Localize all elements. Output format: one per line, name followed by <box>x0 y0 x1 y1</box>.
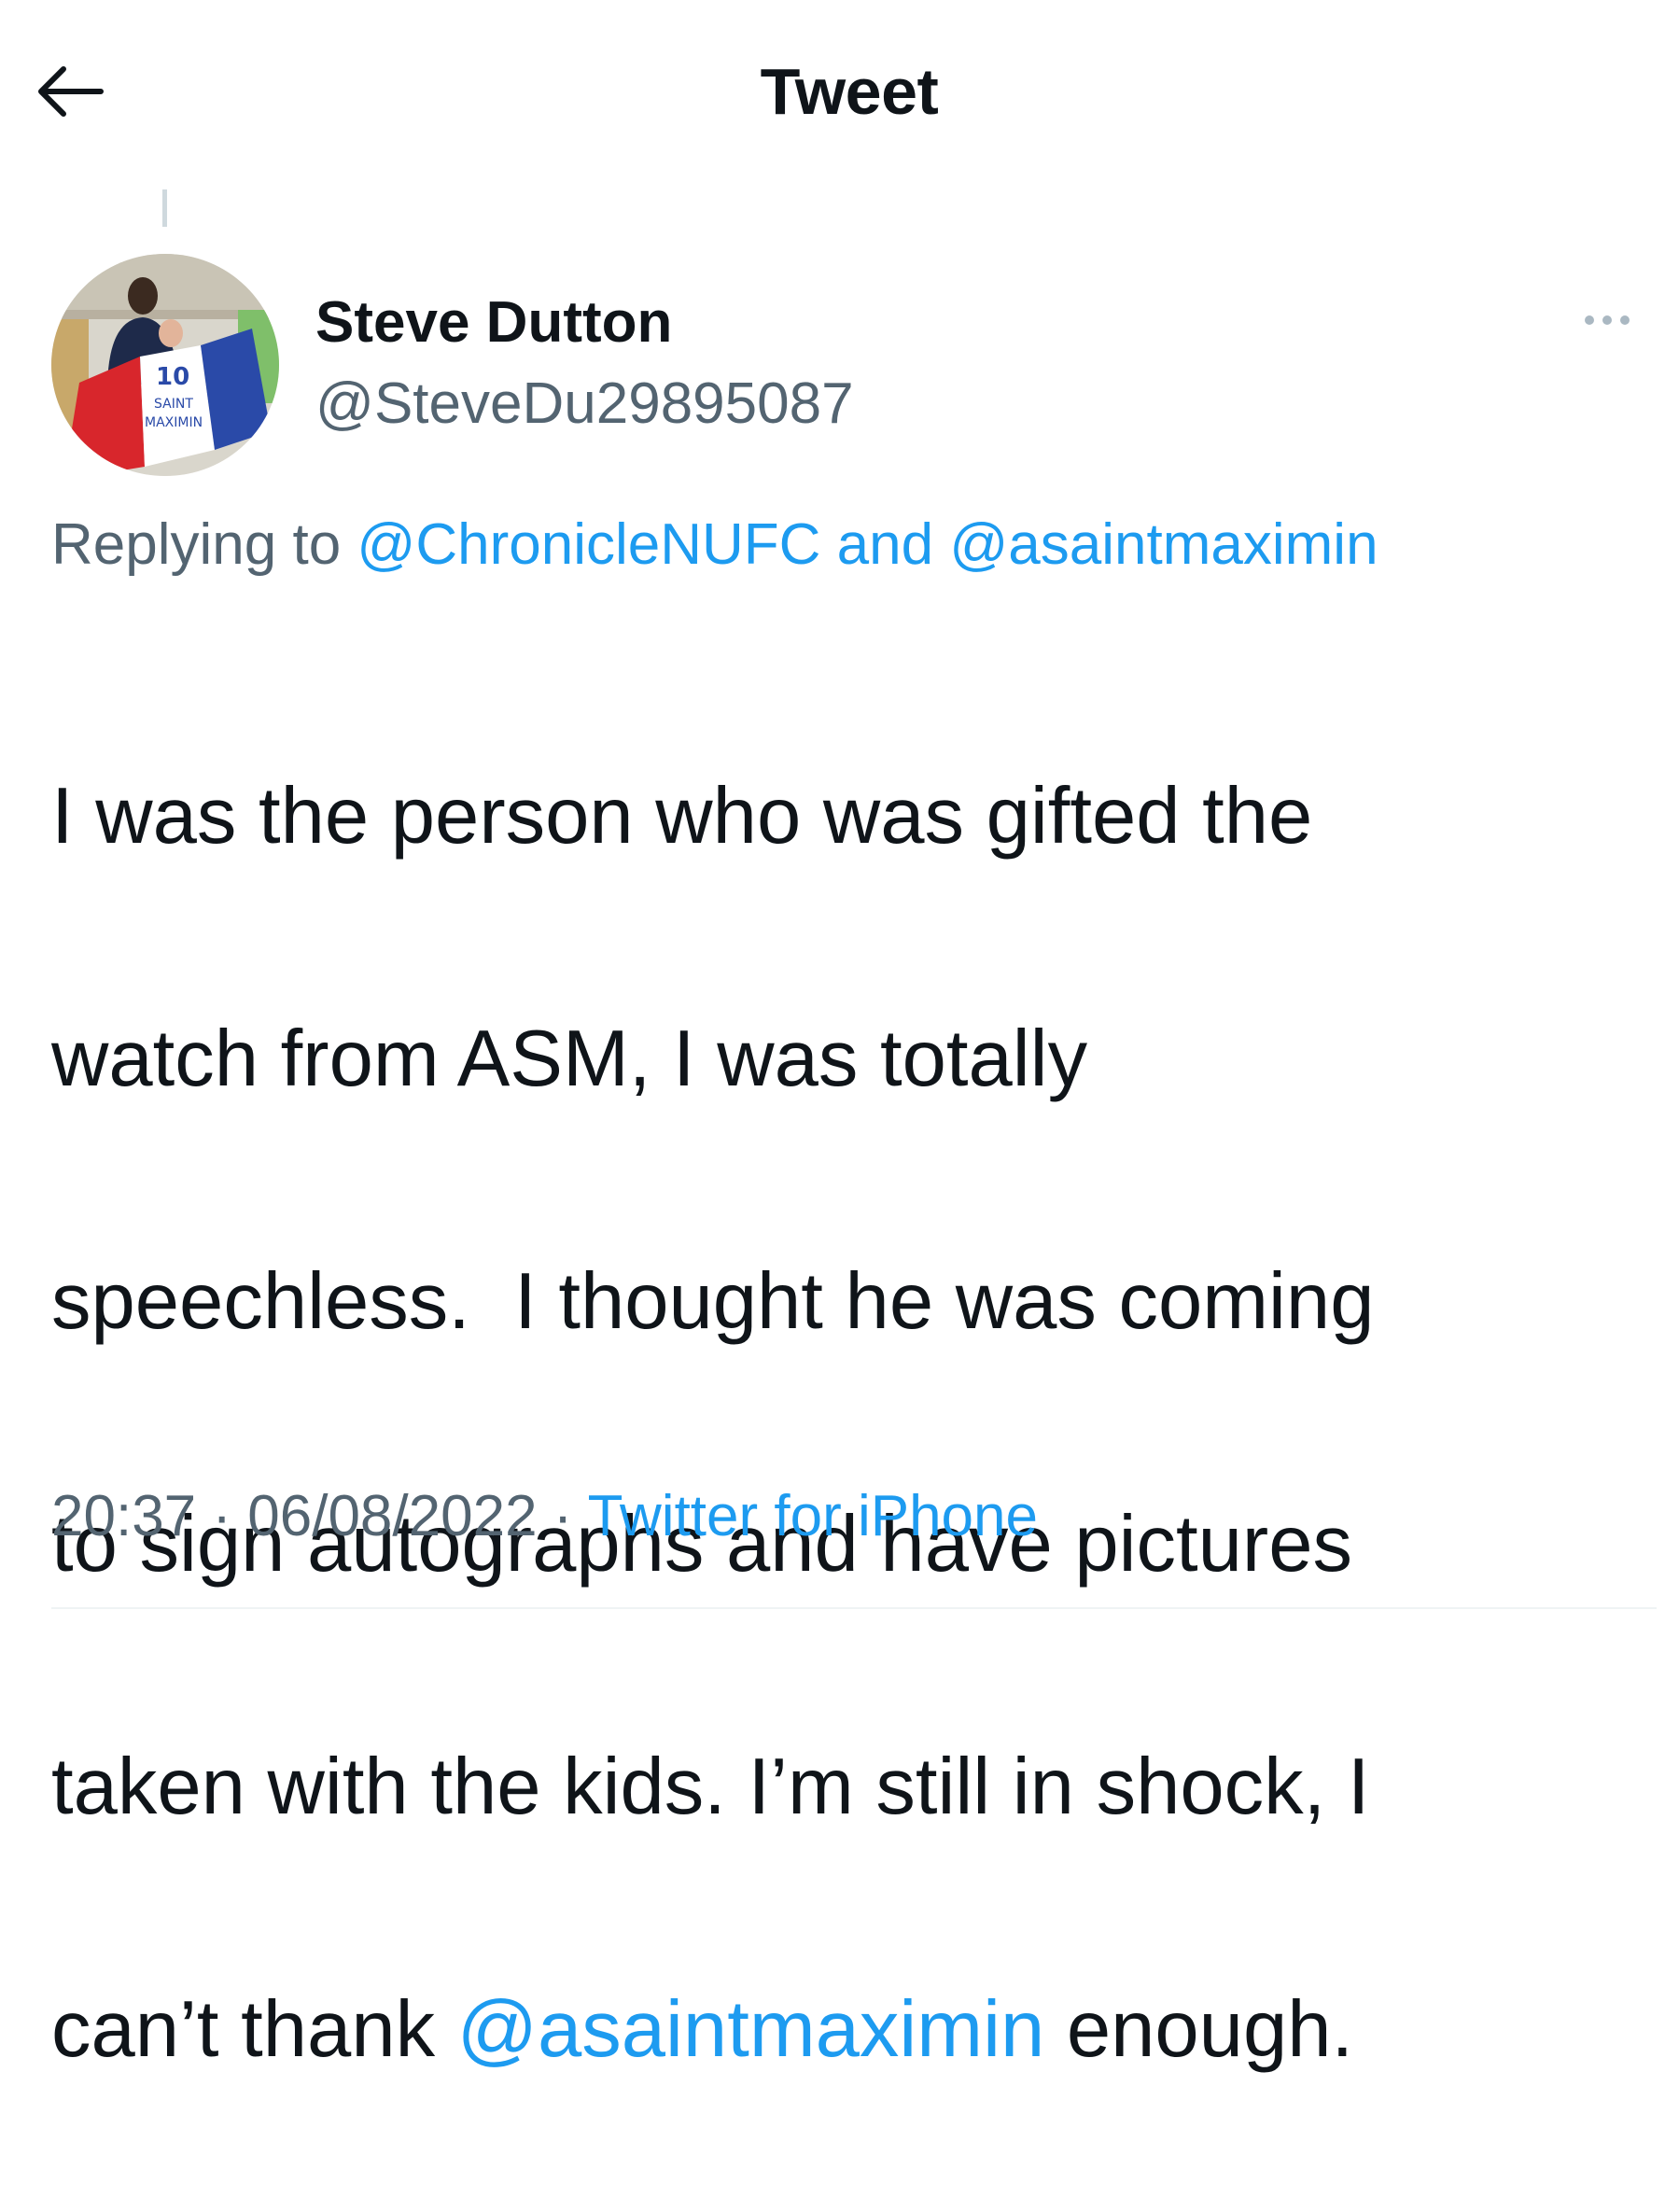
meta-separator: · <box>537 1484 588 1548</box>
avatar[interactable]: 10 SAINT MAXIMIN <box>51 254 279 476</box>
tweet-time[interactable]: 20:37 <box>51 1484 196 1548</box>
author-display-name[interactable]: Steve Dutton <box>315 289 672 357</box>
svg-text:MAXIMIN: MAXIMIN <box>145 415 203 430</box>
tweet-text-fragment: can’t thank <box>51 1985 457 2074</box>
thread-connector-line <box>162 189 167 227</box>
meta-separator: · <box>196 1484 248 1548</box>
tweet-text-line: taken with the kids. I’m still in shock,… <box>51 1743 1370 1831</box>
more-dots-icon <box>1620 315 1630 325</box>
replying-to-joiner: and <box>820 512 950 577</box>
tweet-text-line: can’t thank @asaintmaximin enough. <box>51 1969 1657 2091</box>
tweet-text-line: watch from ASM, I was totally <box>51 1015 1088 1103</box>
tweet-text-line: I was the person who was gifted the <box>51 772 1313 861</box>
tweet-text-line: speechless. I thought he was coming <box>51 1257 1375 1346</box>
mention-link[interactable]: @asaintmaximin <box>949 512 1378 577</box>
profile-photo: 10 SAINT MAXIMIN <box>51 254 279 476</box>
more-options-button[interactable] <box>1568 303 1646 337</box>
svg-text:SAINT: SAINT <box>154 397 193 412</box>
top-bar: Tweet <box>0 0 1679 187</box>
replying-to-prefix: Replying to <box>51 512 357 577</box>
svg-text:10: 10 <box>156 363 189 391</box>
tweet-source-link[interactable]: Twitter for iPhone <box>588 1484 1038 1548</box>
author-handle[interactable]: @SteveDu29895087 <box>315 371 854 438</box>
mention-link[interactable]: @ChronicleNUFC <box>357 512 820 577</box>
tweet-text: I was the person who was gifted the watc… <box>51 635 1657 2212</box>
more-dots-icon <box>1602 315 1612 325</box>
more-dots-icon <box>1585 315 1594 325</box>
replying-to: Replying to @ChronicleNUFC and @asaintma… <box>51 511 1378 579</box>
page-title: Tweet <box>760 55 939 128</box>
tweet-metadata: 20:37 · 06/08/2022 · Twitter for iPhone <box>51 1479 1038 1554</box>
mention-link[interactable]: @asaintmaximin <box>457 1985 1045 2074</box>
tweet-text-fragment: enough. <box>1044 1985 1354 2074</box>
tweet-date[interactable]: 06/08/2022 <box>247 1484 537 1548</box>
divider <box>51 1607 1657 1609</box>
